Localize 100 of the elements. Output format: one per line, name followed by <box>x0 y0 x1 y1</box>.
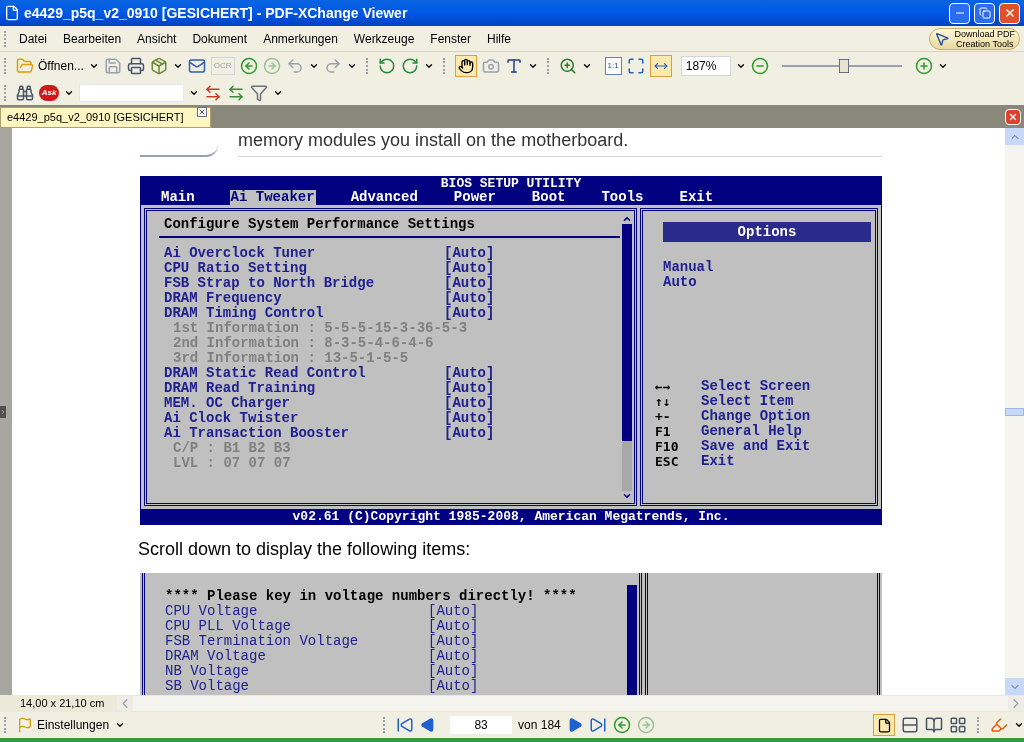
print-icon[interactable] <box>126 57 145 75</box>
menu-item[interactable]: Fenster <box>422 29 479 48</box>
setting-value[interactable]: [Auto] <box>444 306 495 321</box>
zoom-field[interactable]: 187% <box>680 56 731 76</box>
caret-icon[interactable] <box>115 720 126 730</box>
menu-item[interactable]: Ansicht <box>129 29 185 48</box>
caret-icon[interactable] <box>88 61 99 71</box>
setting-label[interactable]: FSB Termination Voltage <box>165 634 428 649</box>
setting-value[interactable]: [Auto] <box>444 411 495 426</box>
minimize-button[interactable] <box>949 2 970 24</box>
settings-button[interactable]: Einstellungen <box>17 716 110 734</box>
setting-label[interactable]: DRAM Frequency <box>164 291 444 306</box>
setting-label[interactable]: FSB Strap to North Bridge <box>164 276 444 291</box>
caret-icon[interactable] <box>423 61 434 71</box>
page-number-field[interactable]: 83 <box>450 716 513 734</box>
setting-label[interactable]: Ai Overclock Tuner <box>164 246 444 261</box>
menu-item[interactable]: Werkzeuge <box>345 29 423 48</box>
back-icon[interactable] <box>239 57 258 75</box>
caret-icon[interactable] <box>581 61 592 71</box>
setting-label[interactable]: MEM. OC Charger <box>164 396 444 411</box>
bios-tab[interactable]: Boot <box>530 190 567 205</box>
caret-icon[interactable] <box>172 61 183 71</box>
setting-label[interactable]: DRAM Voltage <box>165 649 428 664</box>
option-item[interactable]: Manual <box>663 260 871 275</box>
setting-label[interactable]: CPU PLL Voltage <box>165 619 428 634</box>
setting-value[interactable]: [Auto] <box>444 396 495 411</box>
filter-icon[interactable] <box>250 83 268 102</box>
scrollbar[interactable] <box>622 214 632 501</box>
open-button[interactable]: Öffnen... <box>16 57 84 75</box>
bios-tab[interactable]: Ai Tweaker <box>229 190 316 205</box>
find-previous-icon[interactable] <box>204 83 222 102</box>
ask-logo[interactable]: Ask <box>39 84 59 101</box>
fit-page-icon[interactable] <box>626 57 645 75</box>
last-page-icon[interactable] <box>588 716 607 734</box>
scroll-thumb[interactable] <box>622 224 632 441</box>
close-button[interactable] <box>999 2 1020 24</box>
setting-label[interactable]: NB Voltage <box>165 664 428 679</box>
vertical-scrollbar[interactable] <box>1005 128 1024 695</box>
panel-handle-icon[interactable] <box>0 405 6 418</box>
find-next-icon[interactable] <box>227 83 245 102</box>
menu-item[interactable]: Datei <box>11 29 55 48</box>
setting-label[interactable]: CPU Voltage <box>165 604 428 619</box>
caret-icon[interactable] <box>346 61 357 71</box>
bios-tab[interactable]: Power <box>452 190 497 205</box>
facing-pages-icon[interactable] <box>925 716 943 734</box>
scrollbar[interactable] <box>627 585 637 695</box>
fit-width-button[interactable] <box>649 55 672 77</box>
binoculars-icon[interactable] <box>16 83 34 102</box>
mail-icon[interactable] <box>187 57 206 75</box>
continuous-view-icon[interactable] <box>901 716 919 734</box>
setting-label[interactable]: DRAM Timing Control <box>164 306 444 321</box>
menu-item[interactable]: Dokument <box>184 29 256 48</box>
grid-view-icon[interactable] <box>949 716 967 734</box>
scroll-thumb[interactable] <box>1005 407 1024 416</box>
setting-value[interactable]: [Auto] <box>444 276 495 291</box>
menu-item[interactable]: Anmerkungen <box>255 29 346 48</box>
restore-button[interactable] <box>974 2 995 24</box>
highlighter-icon[interactable] <box>990 716 1008 734</box>
bios-tab[interactable]: Main <box>160 190 196 205</box>
close-tab-icon[interactable] <box>196 107 207 117</box>
download-tools-button[interactable]: Download PDF Creation Tools <box>929 27 1020 50</box>
bios-tab[interactable]: Exit <box>678 190 715 205</box>
document-tab[interactable]: e4429_p5q_v2_0910 [GESICHERT] <box>0 107 211 128</box>
rotate-left-icon[interactable] <box>377 57 396 75</box>
bios-tab[interactable]: Advanced <box>349 190 419 205</box>
setting-value[interactable]: [Auto] <box>444 426 495 441</box>
first-page-icon[interactable] <box>396 716 415 734</box>
setting-label[interactable]: DRAM Read Training <box>164 381 444 396</box>
actual-size-button[interactable]: 1:1 <box>604 57 622 75</box>
setting-label[interactable]: CPU Ratio Setting <box>164 261 444 276</box>
scroll-down-icon[interactable] <box>622 491 632 501</box>
setting-value[interactable]: [Auto] <box>428 649 479 664</box>
setting-value[interactable]: [Auto] <box>428 679 479 694</box>
menu-item[interactable]: Bearbeiten <box>55 29 130 48</box>
setting-value[interactable]: [Auto] <box>444 381 495 396</box>
search-field[interactable] <box>79 83 184 102</box>
caret-icon[interactable] <box>308 61 319 71</box>
zoom-in-icon[interactable] <box>558 57 577 75</box>
zoom-slider[interactable] <box>781 59 902 73</box>
caret-icon[interactable] <box>937 61 948 71</box>
single-page-button[interactable] <box>873 714 895 736</box>
setting-value[interactable]: [Auto] <box>444 261 495 276</box>
option-item[interactable]: Auto <box>663 275 871 290</box>
setting-value[interactable]: [Auto] <box>428 634 479 649</box>
hand-tool-button[interactable] <box>454 55 477 77</box>
menu-item[interactable]: Hilfe <box>479 29 520 48</box>
caret-icon[interactable] <box>1014 720 1024 730</box>
caret-icon[interactable] <box>735 61 746 71</box>
text-select-icon[interactable] <box>504 57 523 75</box>
back-icon[interactable] <box>612 716 631 734</box>
caret-icon[interactable] <box>527 61 538 71</box>
close-document-button[interactable] <box>1005 109 1021 125</box>
setting-value[interactable]: [Auto] <box>444 246 495 261</box>
setting-value[interactable]: [Auto] <box>444 366 495 381</box>
setting-label[interactable]: Ai Clock Twister <box>164 411 444 426</box>
scroll-up-icon[interactable] <box>622 214 632 224</box>
setting-value[interactable]: [Auto] <box>428 664 479 679</box>
setting-label[interactable]: DRAM Static Read Control <box>164 366 444 381</box>
setting-value[interactable]: [Auto] <box>428 604 479 619</box>
bios-tab[interactable]: Tools <box>600 190 645 205</box>
